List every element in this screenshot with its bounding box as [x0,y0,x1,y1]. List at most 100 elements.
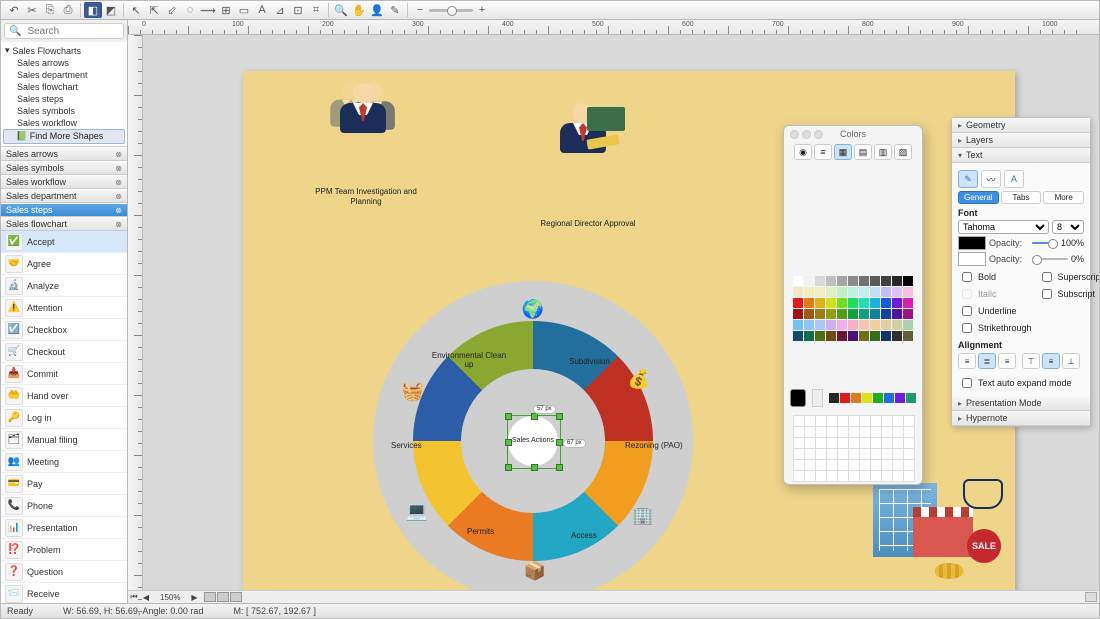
color-swatch[interactable] [815,298,825,308]
page-thumb[interactable] [204,592,216,602]
color-swatch[interactable] [870,309,880,319]
color-swatch[interactable] [881,331,891,341]
zoom-icon[interactable] [814,130,823,139]
shape-item[interactable]: 🗂Manual filing [1,429,127,451]
color-swatch[interactable] [870,320,880,330]
basic-swatch[interactable] [840,393,850,403]
tb-fill[interactable]: ◧ [84,2,102,18]
color-swatch[interactable] [804,331,814,341]
color-swatch[interactable] [826,320,836,330]
color-swatch[interactable] [881,287,891,297]
shape-item[interactable]: 💳Pay [1,473,127,495]
color-swatch[interactable] [848,298,858,308]
chk-super[interactable] [1042,272,1052,282]
tree-item[interactable]: Sales steps [1,93,127,105]
tb-copy[interactable]: ⎘ [41,2,59,18]
color-swatch[interactable] [870,276,880,286]
favorite-slot[interactable] [903,470,915,482]
valign-middle[interactable]: ≡ [1042,353,1060,369]
color-swatch[interactable] [848,287,858,297]
align-left[interactable]: ≡ [958,353,976,369]
inspector-panel[interactable]: Geometry Layers Text ✎ 〰 A General Tab [951,117,1091,427]
find-more-shapes[interactable]: 📗 Find More Shapes [3,129,125,144]
color-swatch[interactable] [815,276,825,286]
tb-container[interactable]: ⊞ [217,2,235,18]
color-swatch[interactable] [793,287,803,297]
basic-swatch[interactable] [895,393,905,403]
canvas-stage[interactable]: PPM Team Investigation and Planning Regi… [143,35,1099,590]
tb-lasso[interactable]: ⇱ [145,2,163,18]
shape-item[interactable]: 🛒Checkout [1,341,127,363]
shape-item[interactable]: 📞Phone [1,495,127,517]
valign-bottom[interactable]: ⊥ [1062,353,1080,369]
tb-shade[interactable]: ◩ [102,2,120,18]
tree-header[interactable]: ▾Sales Flowcharts [1,44,127,57]
color-swatch[interactable] [793,298,803,308]
color-swatch[interactable] [892,287,902,297]
tb-zoom-tool[interactable]: 🔍 [332,2,350,18]
spectrum-mode[interactable]: ▤ [854,144,872,160]
tb-zoom-slider[interactable] [429,9,473,12]
basic-swatch[interactable] [906,393,916,403]
color-swatch[interactable] [903,309,913,319]
category-item[interactable]: Sales symbols⊗ [1,161,127,175]
color-swatch[interactable] [881,276,891,286]
chk-bold[interactable] [962,272,972,282]
shape-item[interactable]: ⁉️Problem [1,539,127,561]
minimize-icon[interactable] [802,130,811,139]
basic-swatch[interactable] [829,393,839,403]
text-line-icon[interactable]: 〰 [981,170,1001,188]
color-swatch[interactable] [870,331,880,341]
color-swatch[interactable] [826,276,836,286]
font-size-select[interactable]: 8 [1052,220,1084,234]
color-swatch[interactable] [892,298,902,308]
color-swatch[interactable] [881,320,891,330]
tb-pan[interactable]: ✋ [350,2,368,18]
tree-item[interactable]: Sales symbols [1,105,127,117]
color-swatch[interactable] [848,331,858,341]
color-swatch[interactable] [848,320,858,330]
shape-item[interactable]: 🔬Analyze [1,275,127,297]
color-swatch[interactable] [903,320,913,330]
cycle-diagram[interactable]: Sales Actions 57 px 67 px Envi [373,281,693,590]
shape-item[interactable]: ❓Question [1,561,127,583]
category-item[interactable]: Sales steps⊗ [1,203,127,217]
color-swatch[interactable] [804,309,814,319]
custom-mode[interactable]: ▨ [894,144,912,160]
tree-item[interactable]: Sales workflow [1,117,127,129]
font-select[interactable]: Tahoma [958,220,1049,234]
color-swatch[interactable] [837,298,847,308]
basic-swatch[interactable] [884,393,894,403]
color-swatch[interactable] [903,287,913,297]
color-swatch[interactable] [837,276,847,286]
color-swatch[interactable] [837,320,847,330]
color-swatch[interactable] [892,320,902,330]
slider-mode[interactable]: ≡ [814,144,832,160]
page-thumb[interactable] [230,592,242,602]
picker-favorites[interactable] [784,411,922,484]
color-swatch[interactable] [815,331,825,341]
tb-undo[interactable]: ↶ [5,2,23,18]
color-swatch[interactable] [848,309,858,319]
color-swatch[interactable] [804,276,814,286]
color-swatch[interactable] [848,276,858,286]
color-swatch[interactable] [859,309,869,319]
acc-layers[interactable]: Layers [952,133,1090,148]
color-swatch[interactable] [837,331,847,341]
tb-grid[interactable]: ⌗ [307,2,325,18]
shape-item[interactable]: 📥Commit [1,363,127,385]
color-swatch[interactable] [804,320,814,330]
tb-node[interactable]: ◌ [181,2,199,18]
color-swatch[interactable] [837,309,847,319]
search-input[interactable] [25,25,119,38]
tb-connector[interactable]: ⬃ [163,2,181,18]
shape-item[interactable]: ☑️Checkbox [1,319,127,341]
tb-pointer[interactable]: ↖ [127,2,145,18]
opacity-slider-1[interactable] [1032,238,1058,248]
tb-zoom-out[interactable]: − [411,2,429,18]
shape-item[interactable]: ⚠️Attention [1,297,127,319]
scroll-prev[interactable]: ◀ [140,593,152,602]
tb-curve[interactable]: ⟿ [199,2,217,18]
color-swatch[interactable] [793,331,803,341]
shape-item[interactable]: ✅Accept [1,231,127,253]
